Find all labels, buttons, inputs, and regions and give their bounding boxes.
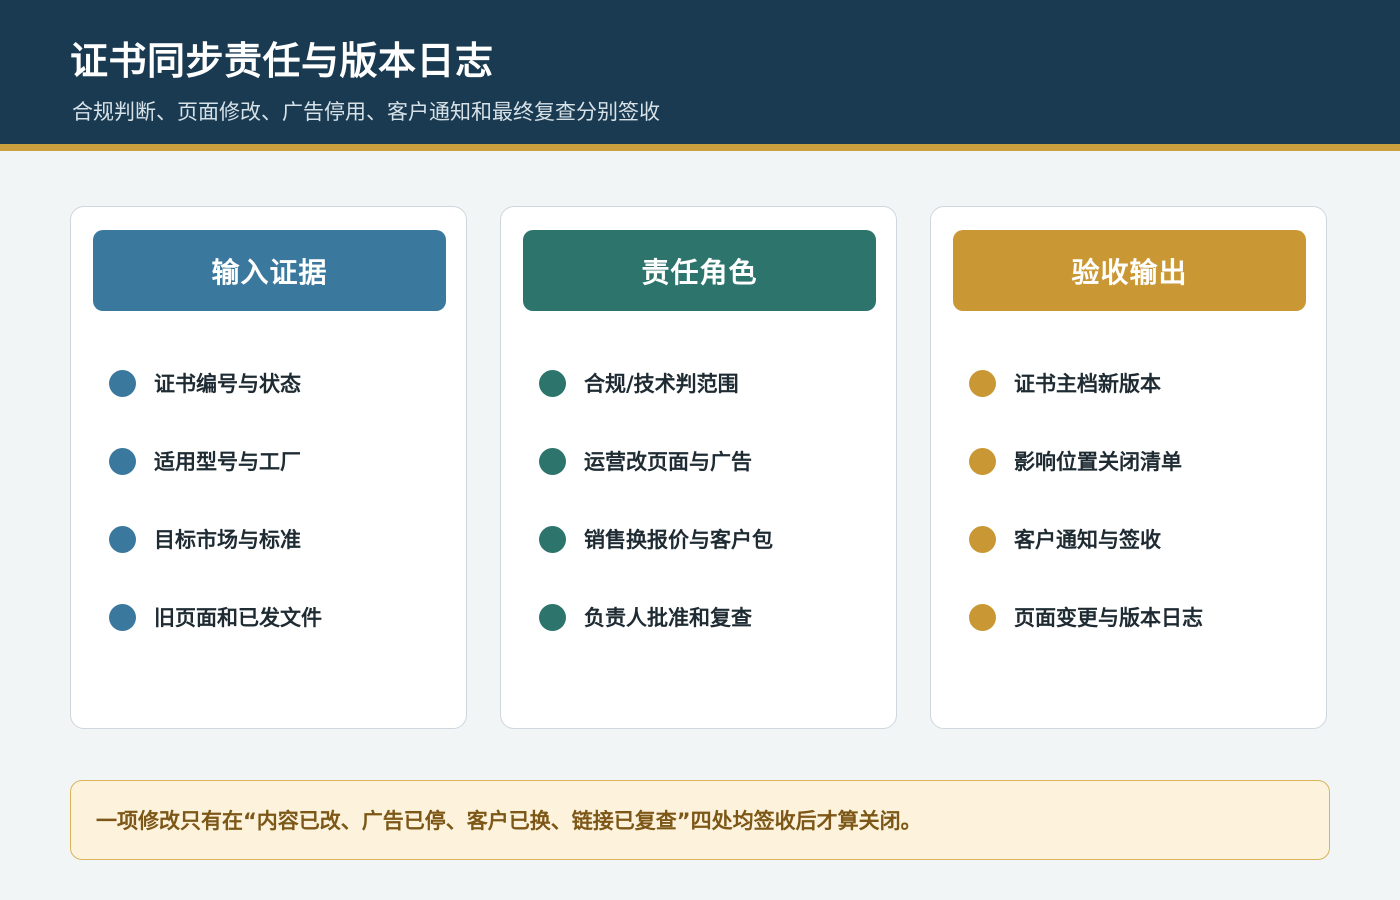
bullet-dot-icon xyxy=(539,525,566,553)
list-item: 客户通知与签收 xyxy=(969,519,1161,559)
list-item-label: 证书编号与状态 xyxy=(154,372,301,396)
bullet-dot-icon xyxy=(109,525,136,553)
bullet-dot-icon xyxy=(969,603,996,631)
column-card-roles: 责任角色 合规/技术判范围 运营改页面与广告 销售换报价与客户包 负责人批准和复… xyxy=(500,206,897,729)
closing-rule-text: 一项修改只有在“内容已改、广告已停、客户已换、链接已复查”四处均签收后才算关闭。 xyxy=(96,809,922,833)
list-item: 合规/技术判范围 xyxy=(539,363,739,403)
closing-rule-note: 一项修改只有在“内容已改、广告已停、客户已换、链接已复查”四处均签收后才算关闭。 xyxy=(70,780,1330,860)
list-item-label: 客户通知与签收 xyxy=(1014,528,1161,552)
list-item: 适用型号与工厂 xyxy=(109,441,301,481)
list-item: 页面变更与版本日志 xyxy=(969,597,1203,637)
column-card-inputs: 输入证据 证书编号与状态 适用型号与工厂 目标市场与标准 旧页面和已发文件 xyxy=(70,206,467,729)
list-item-label: 合规/技术判范围 xyxy=(584,372,739,396)
column-card-outputs: 验收输出 证书主档新版本 影响位置关闭清单 客户通知与签收 页面变更与版本日志 xyxy=(930,206,1327,729)
list-item: 运营改页面与广告 xyxy=(539,441,752,481)
column-header-outputs: 验收输出 xyxy=(953,230,1306,311)
page-subtitle: 合规判断、页面修改、广告停用、客户通知和最终复查分别签收 xyxy=(72,100,660,124)
column-header-roles: 责任角色 xyxy=(523,230,876,311)
bullet-dot-icon xyxy=(109,447,136,475)
bullet-dot-icon xyxy=(969,447,996,475)
list-item-label: 影响位置关闭清单 xyxy=(1014,450,1182,474)
list-item: 证书编号与状态 xyxy=(109,363,301,403)
header-accent-stripe xyxy=(0,144,1400,151)
list-item-label: 旧页面和已发文件 xyxy=(154,606,322,630)
list-item-label: 负责人批准和复查 xyxy=(584,606,752,630)
list-item: 目标市场与标准 xyxy=(109,519,301,559)
list-item-label: 证书主档新版本 xyxy=(1014,372,1161,396)
list-item-label: 运营改页面与广告 xyxy=(584,450,752,474)
list-item-label: 目标市场与标准 xyxy=(154,528,301,552)
bullet-dot-icon xyxy=(969,525,996,553)
bullet-dot-icon xyxy=(539,447,566,475)
list-item: 销售换报价与客户包 xyxy=(539,519,773,559)
list-item: 影响位置关闭清单 xyxy=(969,441,1182,481)
list-item: 旧页面和已发文件 xyxy=(109,597,322,637)
list-item-label: 页面变更与版本日志 xyxy=(1014,606,1203,630)
column-header-inputs: 输入证据 xyxy=(93,230,446,311)
list-item-label: 适用型号与工厂 xyxy=(154,450,301,474)
page-title: 证书同步责任与版本日志 xyxy=(70,39,494,83)
bullet-dot-icon xyxy=(109,369,136,397)
list-item: 负责人批准和复查 xyxy=(539,597,752,637)
bullet-dot-icon xyxy=(109,603,136,631)
bullet-dot-icon xyxy=(969,369,996,397)
list-item-label: 销售换报价与客户包 xyxy=(584,528,773,552)
list-item: 证书主档新版本 xyxy=(969,363,1161,403)
bullet-dot-icon xyxy=(539,603,566,631)
bullet-dot-icon xyxy=(539,369,566,397)
